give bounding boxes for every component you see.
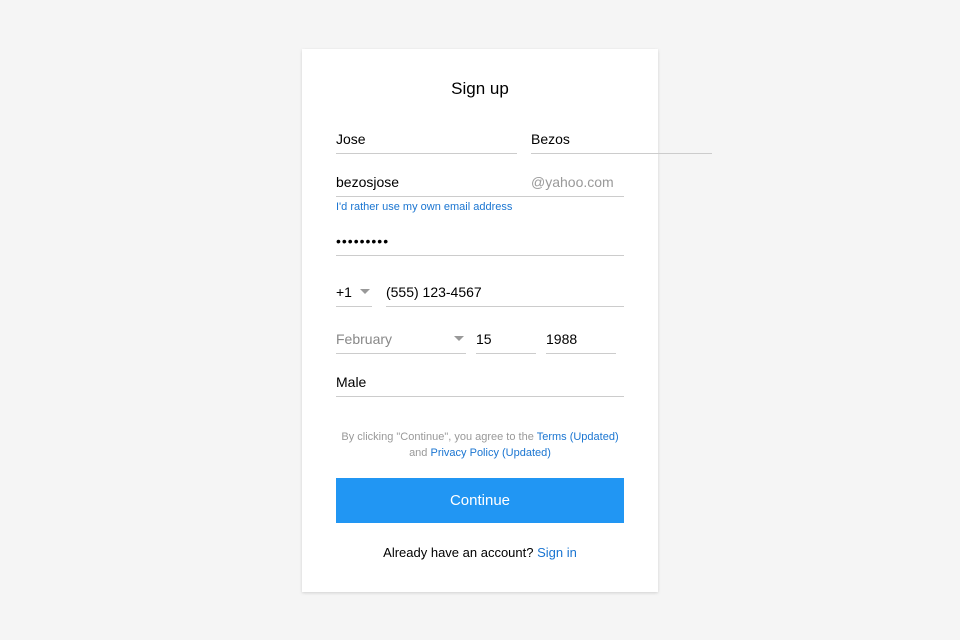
birth-month-select[interactable]: February [336, 325, 466, 354]
country-code-select[interactable]: +1 [336, 278, 372, 307]
last-name-input[interactable] [531, 125, 712, 154]
privacy-link[interactable]: Privacy Policy (Updated) [430, 447, 550, 459]
chevron-down-icon [454, 336, 464, 341]
name-row [336, 125, 624, 154]
birth-year-input[interactable] [546, 325, 616, 354]
birth-day-input[interactable] [476, 325, 536, 354]
use-own-email-link[interactable]: I'd rather use my own email address [336, 201, 624, 213]
signin-prompt-text: Already have an account? [383, 545, 537, 560]
chevron-down-icon [360, 289, 370, 294]
signup-card: Sign up @yahoo.com I'd rather use my own… [302, 49, 658, 592]
email-row: @yahoo.com [336, 168, 624, 197]
phone-number-input[interactable] [386, 278, 624, 307]
continue-button[interactable]: Continue [336, 478, 624, 523]
country-code-value: +1 [336, 284, 352, 300]
signin-prompt: Already have an account? Sign in [336, 545, 624, 560]
first-name-input[interactable] [336, 125, 517, 154]
terms-middle: and [409, 447, 430, 459]
gender-select[interactable]: Male [336, 368, 624, 397]
email-username-input[interactable] [336, 168, 517, 197]
terms-prefix: By clicking "Continue", you agree to the [341, 431, 536, 443]
terms-link[interactable]: Terms (Updated) [537, 431, 619, 443]
dob-row: February [336, 325, 624, 354]
email-domain-label: @yahoo.com [517, 168, 624, 197]
signin-link[interactable]: Sign in [537, 545, 577, 560]
terms-text: By clicking "Continue", you agree to the… [336, 429, 624, 462]
phone-row: +1 [336, 278, 624, 307]
birth-month-value: February [336, 331, 392, 347]
password-input[interactable]: ••••••••• [336, 227, 624, 256]
page-title: Sign up [336, 79, 624, 99]
